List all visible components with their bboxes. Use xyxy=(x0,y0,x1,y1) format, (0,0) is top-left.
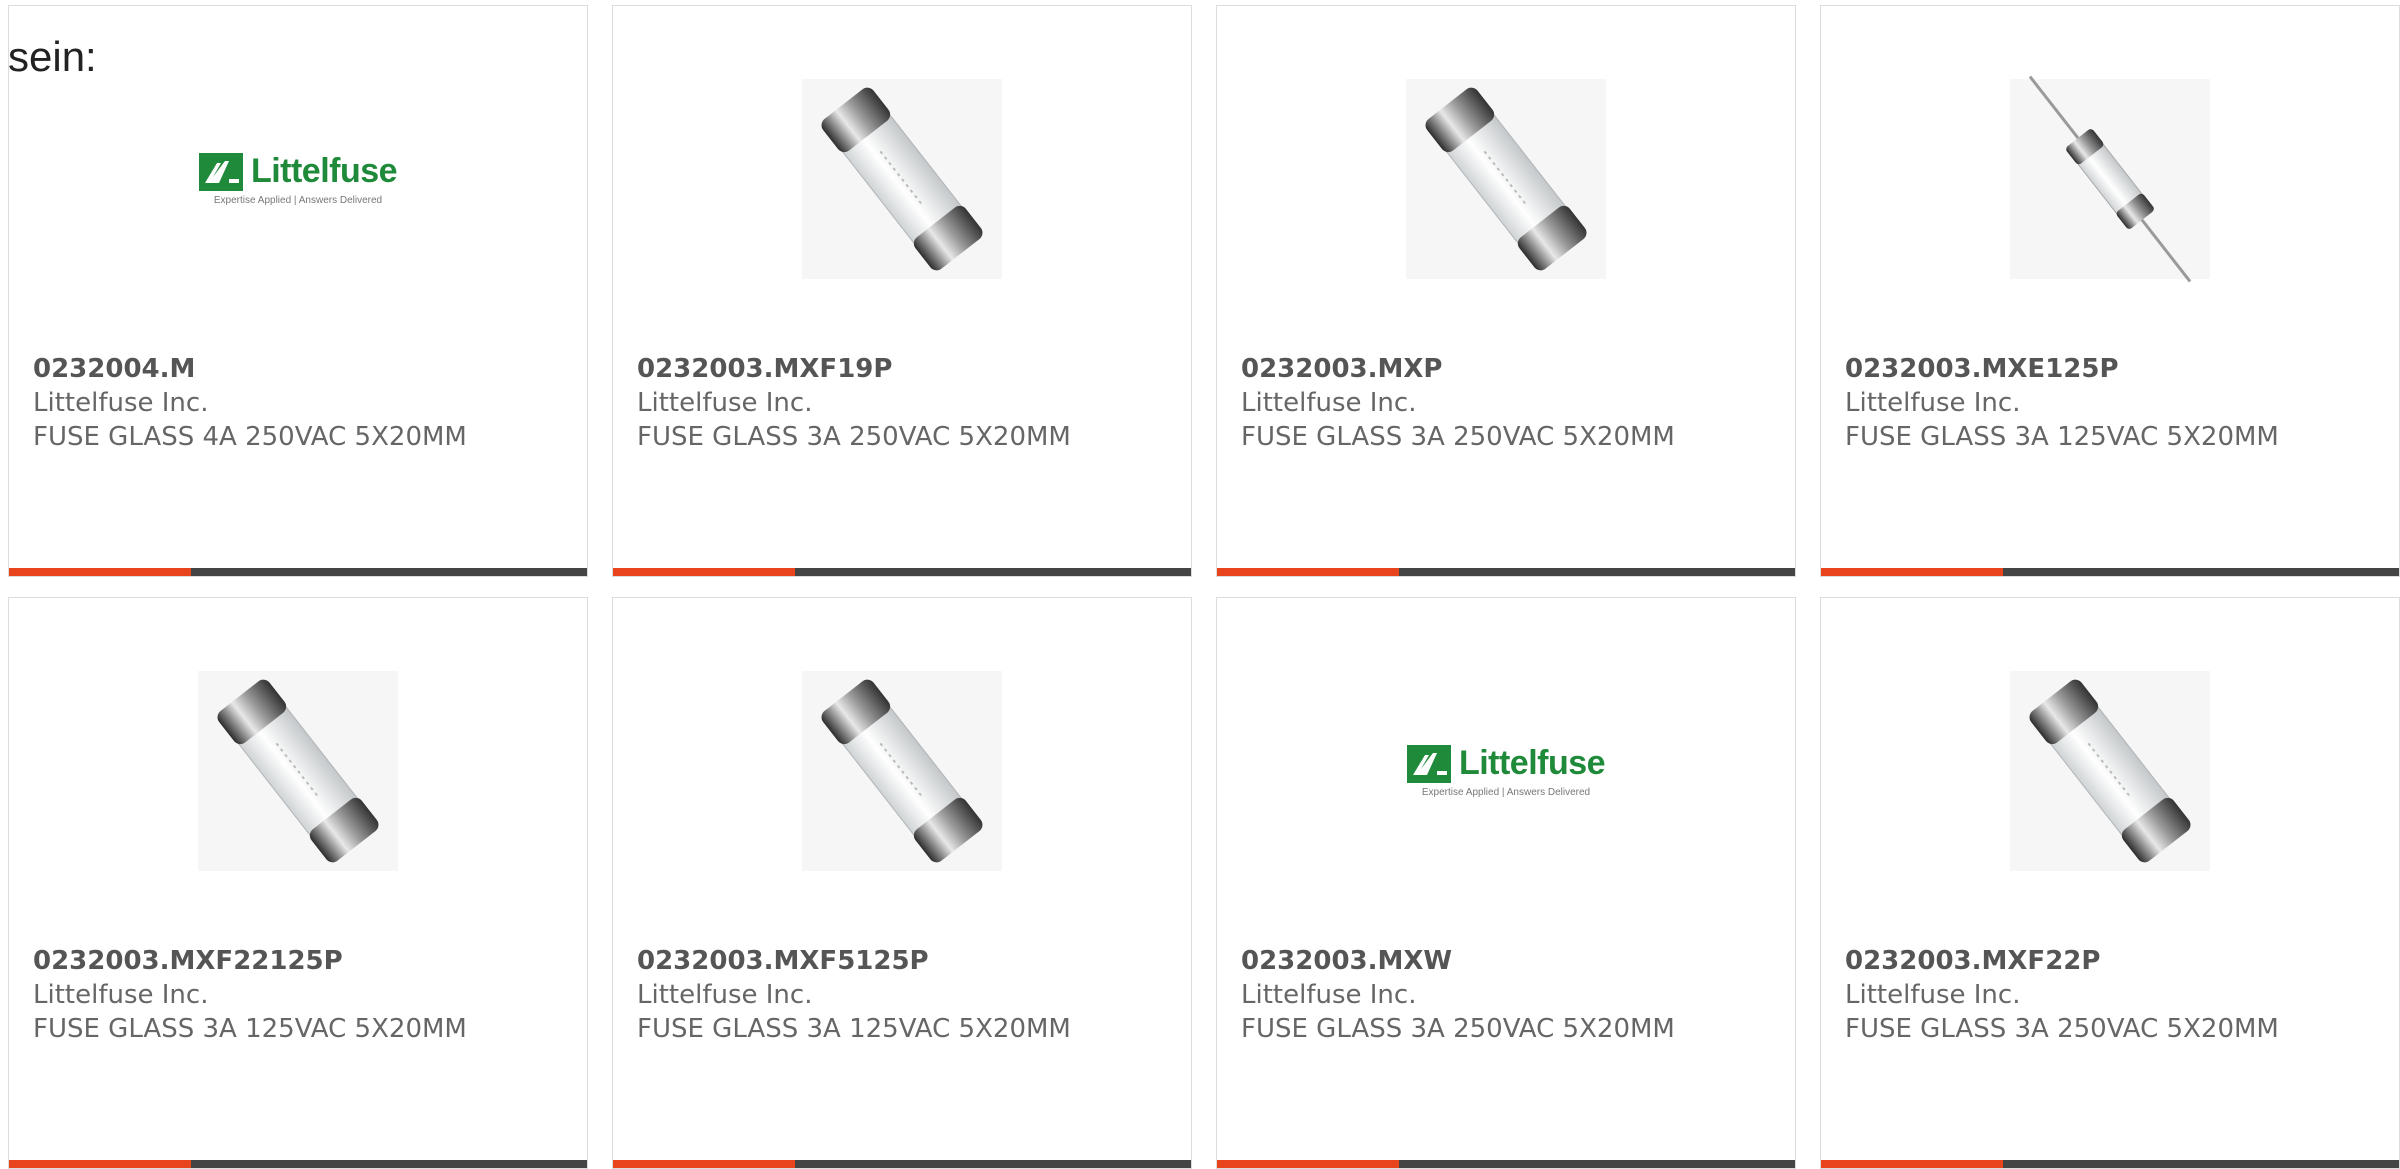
part-number[interactable]: 0232003.MXF22125P xyxy=(33,944,467,978)
logo-wordmark: Littelfuse xyxy=(250,152,398,190)
card-accent-bar xyxy=(613,568,795,576)
manufacturer: Littelfuse Inc. xyxy=(33,980,209,1010)
product-card[interactable]: Littelfuse Expertise Applied | Answers De… xyxy=(8,5,588,577)
card-bottom-bar xyxy=(1217,1160,1795,1168)
card-accent-bar xyxy=(1217,568,1399,576)
card-accent-bar xyxy=(9,568,191,576)
product-card[interactable]: 0232003.MXF19P Littelfuse Inc. FUSE GLAS… xyxy=(612,5,1192,577)
description: FUSE GLASS 3A 250VAC 5X20MM xyxy=(637,422,1071,452)
glass-fuse-icon xyxy=(1406,79,1606,279)
product-card[interactable]: 0232003.MXE125P Littelfuse Inc. FUSE GLA… xyxy=(1820,5,2400,577)
product-card[interactable]: 0232003.MXF22P Littelfuse Inc. FUSE GLAS… xyxy=(1820,597,2400,1169)
card-bottom-bar xyxy=(1217,568,1795,576)
product-image[interactable]: Littelfuse Expertise Applied | Answers De… xyxy=(1217,666,1795,876)
card-bottom-bar xyxy=(9,568,587,576)
littelfuse-mark-icon xyxy=(1406,744,1451,783)
glass-fuse-icon xyxy=(802,79,1002,279)
product-card[interactable]: 0232003.MXF22125P Littelfuse Inc. FUSE G… xyxy=(8,597,588,1169)
card-accent-bar xyxy=(1821,1160,2003,1168)
logo-tagline: Expertise Applied | Answers Delivered xyxy=(213,195,383,206)
description: FUSE GLASS 3A 125VAC 5X20MM xyxy=(637,1014,1071,1044)
part-number[interactable]: 0232003.MXF22P xyxy=(1845,944,2279,978)
description: FUSE GLASS 3A 250VAC 5X20MM xyxy=(1241,1014,1675,1044)
part-number[interactable]: 0232003.MXE125P xyxy=(1845,352,2279,386)
product-image[interactable] xyxy=(1217,74,1795,284)
card-accent-bar xyxy=(613,1160,795,1168)
intro-text: sein: xyxy=(8,33,97,80)
glass-fuse-icon xyxy=(2010,671,2210,871)
leaded-fuse-icon xyxy=(2010,75,2210,283)
card-accent-bar xyxy=(1821,568,2003,576)
product-image[interactable] xyxy=(613,666,1191,876)
description: FUSE GLASS 3A 250VAC 5X20MM xyxy=(1845,1014,2279,1044)
glass-fuse-icon xyxy=(198,671,398,871)
card-accent-bar xyxy=(1217,1160,1399,1168)
product-card[interactable]: 0232003.MXP Littelfuse Inc. FUSE GLASS 3… xyxy=(1216,5,1796,577)
card-bottom-bar xyxy=(613,568,1191,576)
card-accent-bar xyxy=(9,1160,191,1168)
littelfuse-mark-icon xyxy=(198,152,243,191)
product-card[interactable]: 0232003.MXF5125P Littelfuse Inc. FUSE GL… xyxy=(612,597,1192,1169)
glass-fuse-icon xyxy=(802,671,1002,871)
manufacturer: Littelfuse Inc. xyxy=(637,388,813,418)
product-grid: Littelfuse Expertise Applied | Answers De… xyxy=(8,5,2400,1169)
manufacturer: Littelfuse Inc. xyxy=(1845,388,2021,418)
part-number[interactable]: 0232003.MXF19P xyxy=(637,352,1071,386)
product-image[interactable] xyxy=(1821,74,2399,284)
manufacturer: Littelfuse Inc. xyxy=(33,388,209,418)
description: FUSE GLASS 4A 250VAC 5X20MM xyxy=(33,422,467,452)
product-card[interactable]: Littelfuse Expertise Applied | Answers De… xyxy=(1216,597,1796,1169)
card-bottom-bar xyxy=(613,1160,1191,1168)
product-image[interactable]: Littelfuse Expertise Applied | Answers De… xyxy=(9,74,587,284)
description: FUSE GLASS 3A 125VAC 5X20MM xyxy=(33,1014,467,1044)
product-image[interactable] xyxy=(613,74,1191,284)
manufacturer: Littelfuse Inc. xyxy=(637,980,813,1010)
part-number[interactable]: 0232003.MXW xyxy=(1241,944,1675,978)
logo-wordmark: Littelfuse xyxy=(1458,744,1606,782)
part-number[interactable]: 0232003.MXP xyxy=(1241,352,1675,386)
manufacturer: Littelfuse Inc. xyxy=(1241,980,1417,1010)
card-bottom-bar xyxy=(1821,568,2399,576)
manufacturer: Littelfuse Inc. xyxy=(1845,980,2021,1010)
littelfuse-logo: Littelfuse Expertise Applied | Answers De… xyxy=(1401,744,1611,798)
description: FUSE GLASS 3A 125VAC 5X20MM xyxy=(1845,422,2279,452)
manufacturer: Littelfuse Inc. xyxy=(1241,388,1417,418)
part-number[interactable]: 0232003.MXF5125P xyxy=(637,944,1071,978)
product-image[interactable] xyxy=(1821,666,2399,876)
card-bottom-bar xyxy=(1821,1160,2399,1168)
product-image[interactable] xyxy=(9,666,587,876)
logo-tagline: Expertise Applied | Answers Delivered xyxy=(1421,787,1591,798)
description: FUSE GLASS 3A 250VAC 5X20MM xyxy=(1241,422,1675,452)
part-number[interactable]: 0232004.M xyxy=(33,352,467,386)
card-bottom-bar xyxy=(9,1160,587,1168)
littelfuse-logo: Littelfuse Expertise Applied | Answers De… xyxy=(193,152,403,206)
